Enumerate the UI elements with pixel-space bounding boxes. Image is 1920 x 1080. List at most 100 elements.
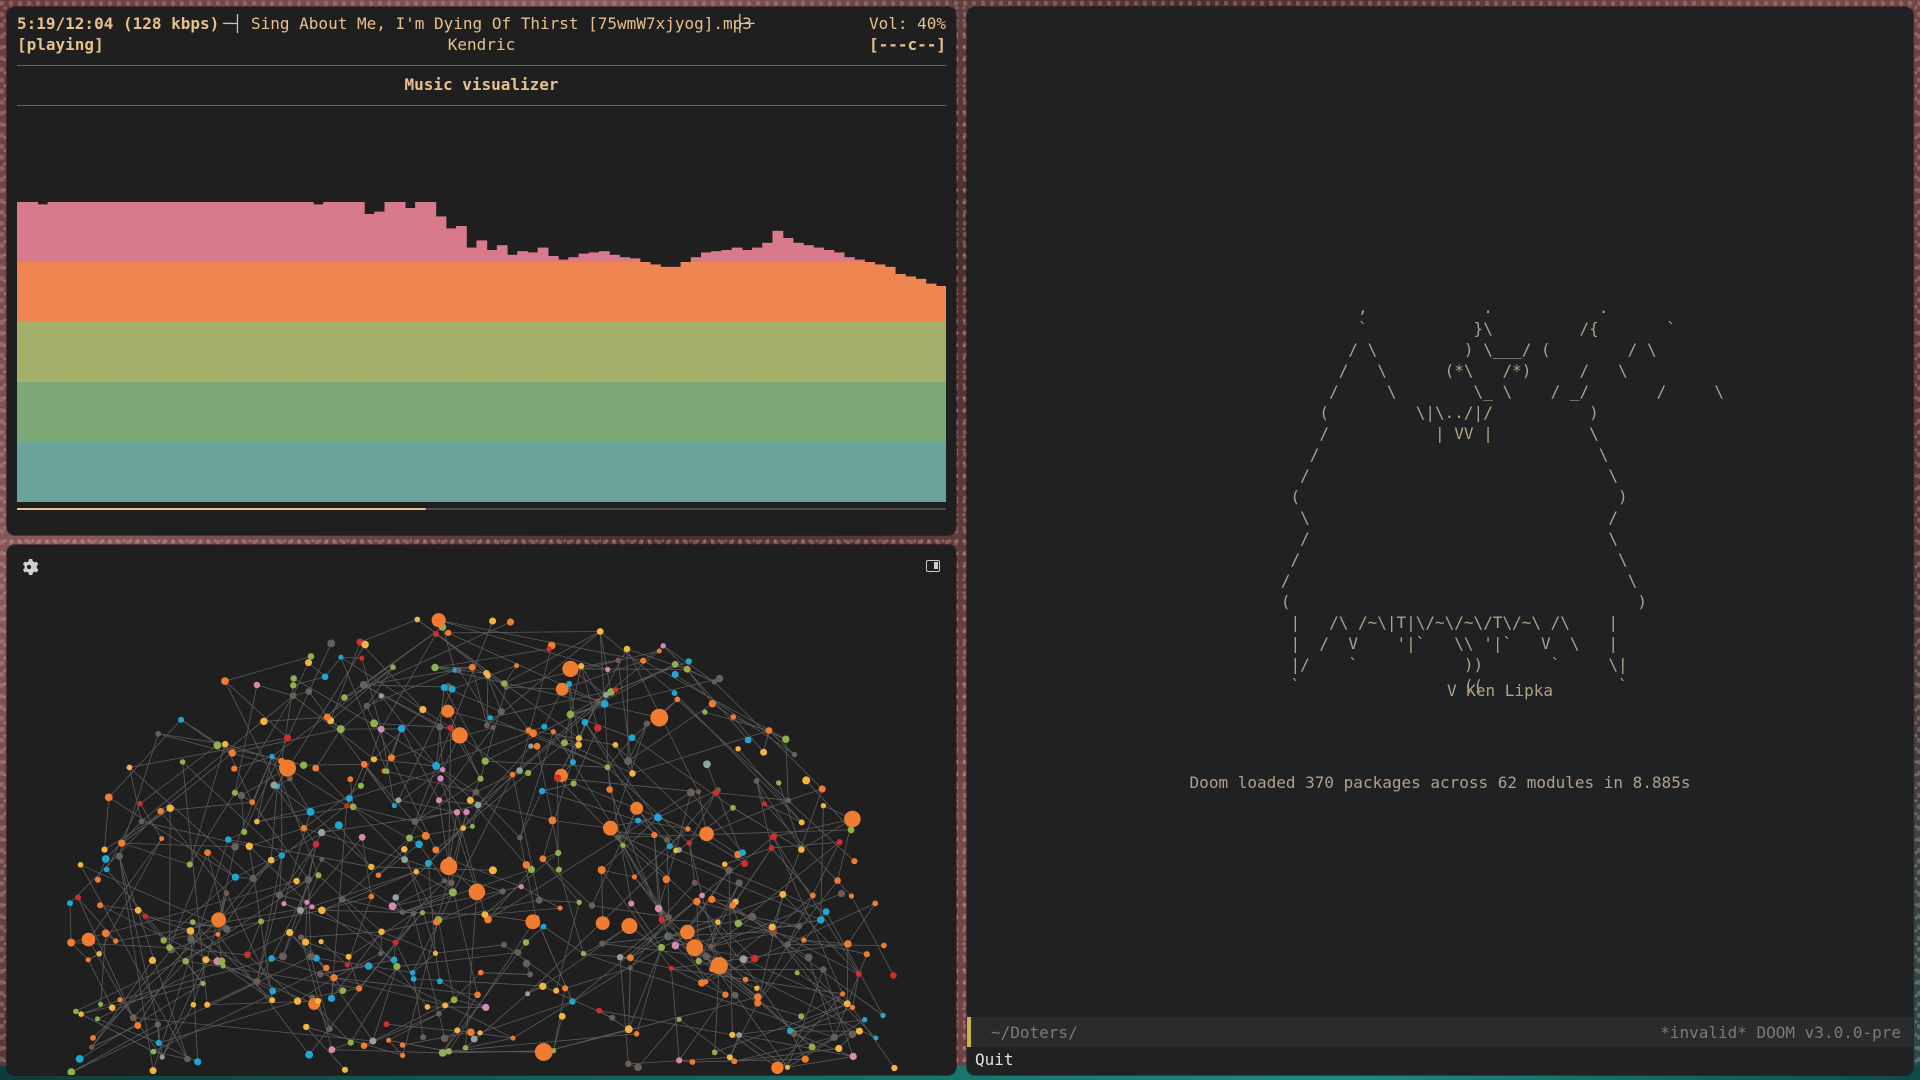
graph-node xyxy=(75,1055,84,1063)
spectrum-bar xyxy=(455,226,467,262)
spectrum-bar xyxy=(78,382,90,442)
graph-node xyxy=(487,715,493,721)
spectrum-bar xyxy=(660,382,671,442)
graph-node xyxy=(306,807,315,816)
spectrum-bar xyxy=(241,202,253,262)
graph-edge xyxy=(289,778,311,812)
graph-node xyxy=(436,723,444,731)
graph-edge xyxy=(106,869,204,984)
graph-edge xyxy=(88,838,163,940)
graph-view-window[interactable] xyxy=(7,545,956,1075)
graph-edge xyxy=(480,972,531,975)
graph-node xyxy=(748,913,757,921)
minibuffer[interactable]: Quit xyxy=(975,1050,1014,1069)
graph-node xyxy=(419,910,426,916)
graph-node xyxy=(323,964,330,972)
graph-node xyxy=(555,866,562,873)
graph-node xyxy=(798,1013,805,1020)
graph-node xyxy=(635,817,642,824)
graph-node xyxy=(299,761,308,769)
graph-node xyxy=(658,916,665,923)
spectrum-bar xyxy=(27,202,39,262)
graph-edge xyxy=(454,999,486,1008)
graph-node xyxy=(595,916,610,930)
graph-node xyxy=(484,722,490,729)
spectrum-bar xyxy=(98,382,110,442)
spectrum-bar xyxy=(98,322,110,382)
graph-node xyxy=(711,1049,718,1056)
graph-node xyxy=(410,910,417,917)
spectrum-bar xyxy=(364,382,375,442)
spectrum-bar xyxy=(731,322,743,382)
playback-flags: [---c--] xyxy=(868,35,946,54)
graph-node xyxy=(289,692,297,700)
spectrum-bar xyxy=(792,382,804,442)
gear-icon[interactable] xyxy=(19,557,39,577)
spectrum-bar xyxy=(598,442,610,502)
spectrum-bar xyxy=(833,262,845,322)
spectrum-bar xyxy=(598,322,610,382)
spectrum-bar xyxy=(486,262,498,322)
spectrum-bar xyxy=(833,322,845,382)
spectrum-bar xyxy=(527,322,539,382)
volume-indicator[interactable]: Vol: 40% xyxy=(869,14,946,33)
graph-node xyxy=(810,892,816,899)
spectrum-bar xyxy=(731,247,743,262)
spectrum-bar xyxy=(680,262,692,322)
spectrum-bar xyxy=(139,442,151,502)
spectrum-bar xyxy=(384,202,396,262)
spectrum-bar xyxy=(741,442,753,502)
spectrum-bar xyxy=(721,382,733,442)
spectrum-bar xyxy=(690,262,702,322)
spectrum-bar xyxy=(47,442,59,502)
graph-node xyxy=(115,852,123,860)
graph-node xyxy=(279,759,296,777)
spectrum-bar xyxy=(752,262,763,322)
music-player-window[interactable]: 5:19/12:04 (128 kbps) ─┤ Sing About Me, … xyxy=(7,7,956,535)
spectrum-bar xyxy=(17,262,28,322)
graph-node xyxy=(359,681,368,689)
graph-node xyxy=(375,872,382,878)
graph-edge xyxy=(434,648,550,668)
graph-node xyxy=(796,923,803,930)
graph-node xyxy=(231,843,240,851)
node-graph[interactable] xyxy=(7,545,956,1075)
graph-node xyxy=(709,966,716,973)
graph-edge xyxy=(711,899,860,975)
spectrum-bar xyxy=(762,382,774,442)
spectrum-bar xyxy=(496,382,508,442)
graph-node xyxy=(835,1044,843,1053)
spectrum-bar xyxy=(854,259,865,262)
spectrum-bar xyxy=(629,442,641,502)
graph-edge xyxy=(527,742,565,774)
spectrum-bar xyxy=(251,262,263,322)
spectrum-bar xyxy=(874,322,886,382)
graph-edge xyxy=(169,808,171,948)
graph-node xyxy=(178,716,185,723)
spectrum-bar xyxy=(159,442,171,502)
graph-edge xyxy=(152,839,229,1071)
graph-node xyxy=(606,786,613,793)
graph-edge xyxy=(541,790,639,821)
spectrum-bar xyxy=(343,442,355,502)
spectrum-bar xyxy=(568,262,580,322)
doom-emacs-window[interactable]: , . . ` }\ /{ ` / \ ) \___/ ( / \ / \ (*… xyxy=(967,7,1913,1075)
graph-node xyxy=(231,789,238,796)
spectrum-bar xyxy=(159,262,171,322)
spectrum-bar xyxy=(935,322,946,382)
spectrum-bar xyxy=(517,251,529,262)
modeline-path[interactable]: ~/Doters/ xyxy=(991,1023,1078,1042)
spectrum-bar xyxy=(690,442,702,502)
graph-edge xyxy=(391,726,494,759)
spectrum-bar xyxy=(772,230,784,262)
spectrum-bar xyxy=(578,322,590,382)
graph-edge xyxy=(350,966,398,1043)
spectrum-bar xyxy=(313,262,324,322)
graph-node xyxy=(218,957,226,965)
graph-node xyxy=(312,840,320,848)
sidebar-toggle-icon[interactable] xyxy=(926,560,940,572)
graph-edge xyxy=(449,859,522,888)
spectrum-bar xyxy=(486,382,498,442)
graph-node xyxy=(157,807,164,815)
graph-edge xyxy=(141,821,250,847)
